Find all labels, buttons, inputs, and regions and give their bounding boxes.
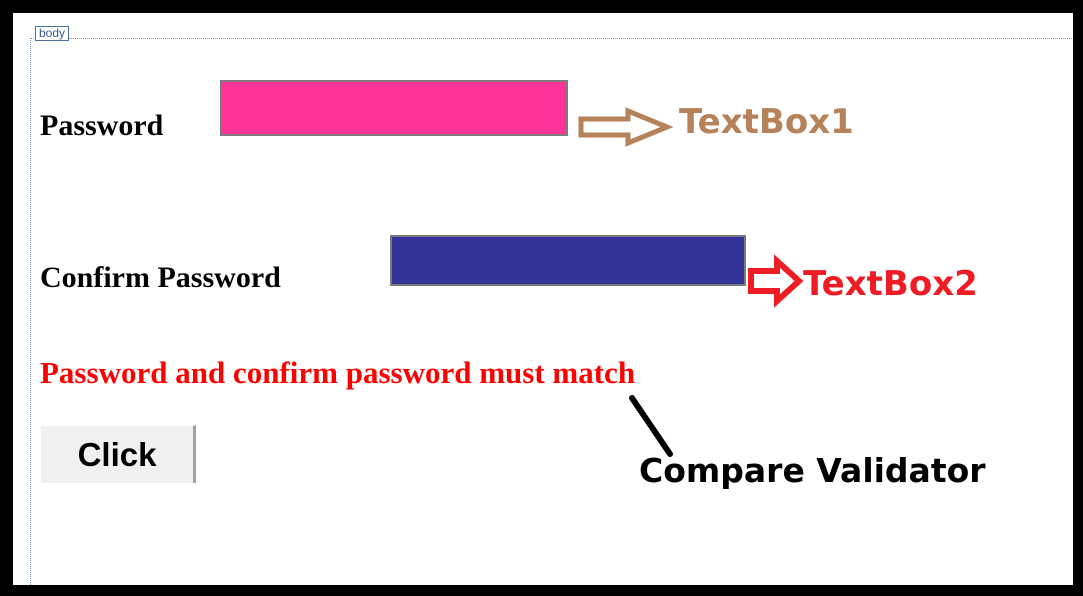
compare-validator-message: Password and confirm password must match [40,355,636,390]
textbox1-annotation: TextBox1 [679,102,854,142]
confirm-password-label: Confirm Password [40,261,281,294]
textbox2-annotation: TextBox2 [803,264,978,304]
annotated-screenshot: body Password Confirm Password TextBox1 … [13,13,1073,585]
click-button-label: Click [77,436,157,473]
click-button[interactable]: Click [41,425,196,483]
compare-validator-annotation: Compare Validator [639,451,986,490]
password-label: Password [40,109,164,142]
body-tag-label: body [35,26,70,41]
password-textbox[interactable] [220,80,568,136]
confirm-password-textbox[interactable] [390,235,746,286]
